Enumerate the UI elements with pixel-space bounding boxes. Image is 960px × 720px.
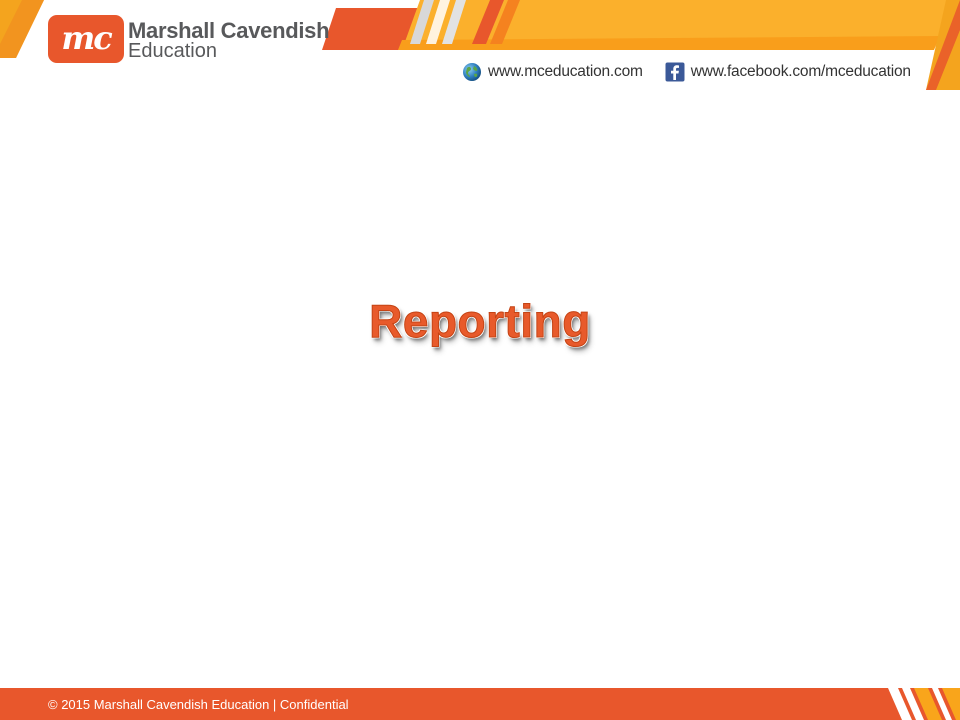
facebook-link-text: www.facebook.com/mceducation: [690, 63, 911, 80]
header-links: www.mceducation.com www.facebook.com/mce…: [462, 61, 911, 83]
brand-subtitle: Education: [128, 40, 217, 62]
brand-logo[interactable]: mc Marshall Cavendish Education: [48, 15, 348, 67]
facebook-link[interactable]: www.facebook.com/mceducation: [665, 62, 911, 82]
footer-decoration: [888, 688, 960, 720]
globe-icon: [463, 63, 481, 81]
slide-title: Reporting: [369, 295, 591, 348]
footer-copyright: © 2015 Marshall Cavendish Education | Co…: [48, 697, 349, 712]
mc-monogram-icon: mc: [48, 15, 124, 63]
footer-bar: © 2015 Marshall Cavendish Education | Co…: [0, 688, 960, 720]
website-link[interactable]: www.mceducation.com: [462, 62, 643, 82]
facebook-icon: [665, 62, 685, 82]
slide: mc Marshall Cavendish Education www.mced…: [0, 0, 960, 720]
website-link-text: www.mceducation.com: [488, 63, 643, 80]
mc-monogram-text: mc: [61, 19, 112, 57]
